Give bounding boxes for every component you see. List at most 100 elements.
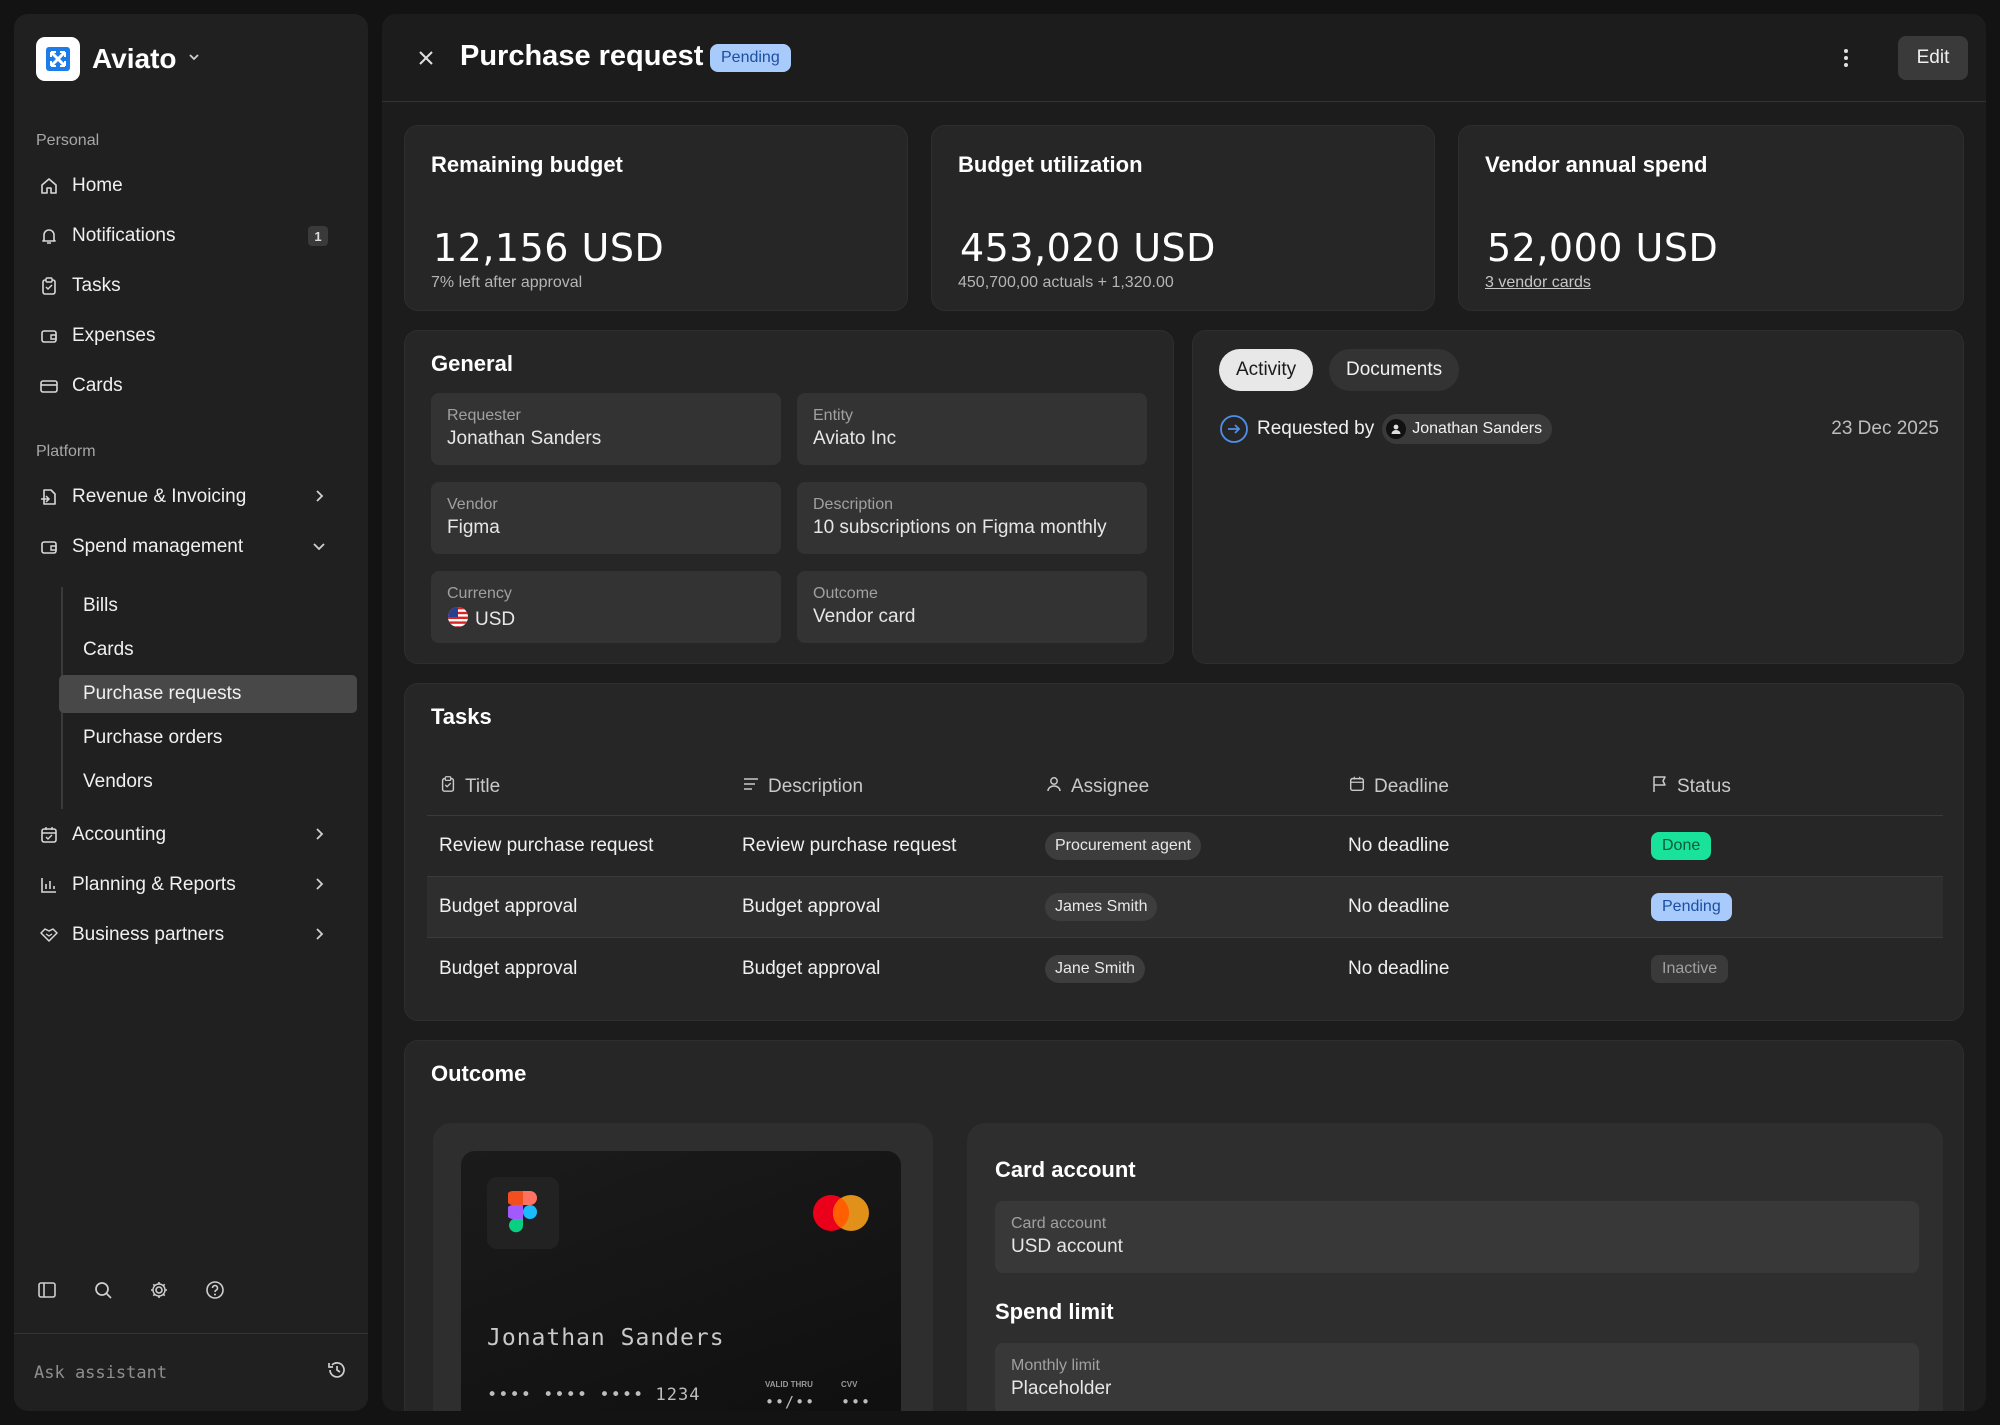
column-label: Assignee [1071, 775, 1150, 797]
table-header: Title Description Assignee Deadline Stat… [427, 758, 1943, 816]
column-header-assignee[interactable]: Assignee [1033, 775, 1336, 799]
clipboard-icon [439, 775, 457, 799]
field-value: Figma [447, 517, 500, 538]
sidebar-toggle-icon[interactable] [36, 1279, 58, 1301]
stat-title: Vendor annual spend [1485, 152, 1708, 177]
monthly-limit-field[interactable]: Monthly limit Placeholder [995, 1343, 1919, 1411]
sidebar-item-label: Tasks [72, 275, 121, 296]
sidebar-subitem-purchase-requests[interactable]: Purchase requests [59, 675, 357, 713]
assignee-chip[interactable]: James Smith [1045, 893, 1158, 921]
currency-value: USD [475, 609, 516, 630]
sidebar-item-spend-management[interactable]: Spend management [34, 526, 350, 568]
stat-subtext: 7% left after approval [431, 274, 583, 291]
chevron-down-icon [310, 537, 328, 560]
sidebar-item-revenue-invoicing[interactable]: Revenue & Invoicing [34, 476, 350, 518]
column-header-deadline[interactable]: Deadline [1336, 775, 1639, 799]
aviato-logo-icon [36, 37, 80, 81]
valid-thru-label: VALID THRU [765, 1380, 813, 1389]
avatar [1386, 419, 1407, 439]
sidebar-item-label: Accounting [72, 824, 167, 845]
gear-icon[interactable] [148, 1279, 170, 1301]
text-lines-icon [742, 775, 760, 799]
user-icon [1045, 775, 1063, 799]
more-options-icon[interactable] [1834, 46, 1858, 70]
field-label: Requester [447, 407, 521, 424]
sidebar-item-notifications[interactable]: Notifications 1 [34, 215, 350, 257]
field-label: Outcome [813, 585, 878, 602]
sidebar-item-label: Expenses [72, 325, 156, 346]
general-section: General Requester Jonathan Sanders Entit… [404, 330, 1174, 664]
field-description[interactable]: Description 10 subscriptions on Figma mo… [797, 482, 1147, 554]
field-vendor[interactable]: Vendor Figma [431, 482, 781, 554]
sidebar-item-label: Spend management [72, 536, 244, 557]
field-currency[interactable]: Currency USD [431, 571, 781, 643]
task-assignee: Jane Smith [1033, 954, 1336, 983]
assignee-chip[interactable]: Procurement agent [1045, 832, 1202, 860]
sidebar: Aviato Personal Home Notifications 1 Tas… [14, 14, 368, 1411]
column-label: Title [465, 775, 501, 797]
sidebar-subitem-cards[interactable]: Cards [59, 631, 357, 669]
search-icon[interactable] [92, 1279, 114, 1301]
table-row[interactable]: Budget approval Budget approval James Sm… [427, 877, 1943, 938]
table-row[interactable]: Review purchase request Review purchase … [427, 816, 1943, 877]
task-title: Budget approval [439, 957, 578, 979]
field-value: 10 subscriptions on Figma monthly [813, 517, 1107, 538]
stat-title: Budget utilization [958, 152, 1143, 177]
valid-thru-value: ••/•• [765, 1393, 816, 1411]
activity-text: Requested by [1257, 418, 1375, 439]
tab-documents[interactable]: Documents [1329, 349, 1460, 391]
column-header-status[interactable]: Status [1639, 775, 1942, 799]
sidebar-item-label: Notifications [72, 225, 176, 246]
field-label: Card account [1011, 1215, 1107, 1232]
sidebar-item-planning-reports[interactable]: Planning & Reports [34, 864, 350, 906]
field-label: Currency [447, 585, 512, 602]
sidebar-item-tasks[interactable]: Tasks [34, 265, 350, 307]
status-badge: Inactive [1651, 954, 1729, 983]
status-badge: Pending [710, 44, 791, 72]
close-icon[interactable] [414, 46, 438, 70]
chevron-right-icon [310, 925, 328, 948]
clipboard-icon [38, 275, 60, 297]
section-title: Tasks [431, 704, 492, 729]
sidebar-item-home[interactable]: Home [34, 165, 350, 207]
stat-title: Remaining budget [431, 152, 623, 177]
vendor-cards-link[interactable]: 3 vendor cards [1485, 274, 1591, 292]
assistant-bar [14, 1333, 368, 1411]
field-entity[interactable]: Entity Aviato Inc [797, 393, 1147, 465]
virtual-card-preview: Jonathan Sanders •••• •••• •••• 1234 VAL… [461, 1151, 901, 1411]
field-outcome[interactable]: Outcome Vendor card [797, 571, 1147, 643]
sidebar-subitem-bills[interactable]: Bills [59, 587, 357, 625]
workspace-switcher[interactable]: Aviato [36, 36, 201, 82]
page-header: Purchase request Pending Edit [382, 14, 1986, 102]
field-value: Vendor card [813, 606, 916, 627]
activity-section: Activity Documents Requested by Jonathan… [1192, 330, 1964, 664]
column-header-description[interactable]: Description [730, 775, 1033, 799]
sidebar-item-accounting[interactable]: Accounting [34, 814, 350, 856]
card-account-field[interactable]: Card account USD account [995, 1201, 1919, 1273]
wallet-icon [38, 325, 60, 347]
table-row[interactable]: Budget approval Budget approval Jane Smi… [427, 938, 1943, 999]
edit-button[interactable]: Edit [1898, 36, 1968, 80]
credit-card-icon [38, 375, 60, 397]
sidebar-item-expenses[interactable]: Expenses [34, 315, 350, 357]
assignee-chip[interactable]: Jane Smith [1045, 954, 1146, 983]
sidebar-subitem-purchase-orders[interactable]: Purchase orders [59, 719, 357, 757]
cvv-value: ••• [841, 1393, 872, 1411]
field-requester[interactable]: Requester Jonathan Sanders [431, 393, 781, 465]
user-chip[interactable]: Jonathan Sanders [1382, 414, 1553, 444]
bar-chart-icon [38, 874, 60, 896]
main-panel: Purchase request Pending Edit Remaining … [382, 14, 1986, 1411]
tab-activity[interactable]: Activity [1219, 349, 1314, 391]
history-icon[interactable] [326, 1359, 348, 1386]
sidebar-item-business-partners[interactable]: Business partners [34, 914, 350, 956]
flag-icon [1651, 775, 1669, 799]
ask-assistant-input[interactable] [34, 1362, 326, 1383]
help-icon[interactable] [204, 1279, 226, 1301]
home-icon [38, 175, 60, 197]
chevron-down-icon [187, 50, 201, 69]
column-header-title[interactable]: Title [427, 775, 730, 799]
stat-value: 52,000 USD [1487, 226, 1719, 270]
sidebar-subitem-vendors[interactable]: Vendors [59, 763, 357, 801]
task-status: Done [1639, 832, 1942, 860]
sidebar-item-cards[interactable]: Cards [34, 365, 350, 407]
